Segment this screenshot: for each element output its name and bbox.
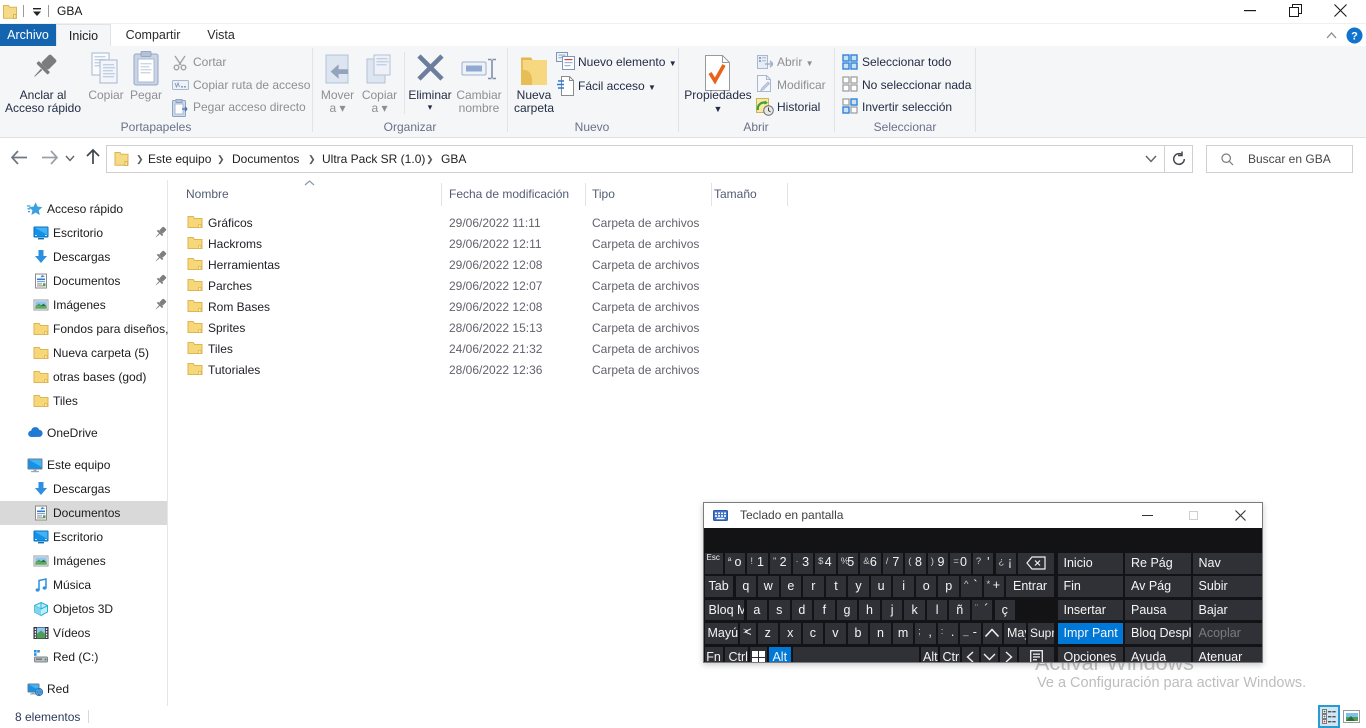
svg-text:?: ? xyxy=(1351,31,1358,43)
